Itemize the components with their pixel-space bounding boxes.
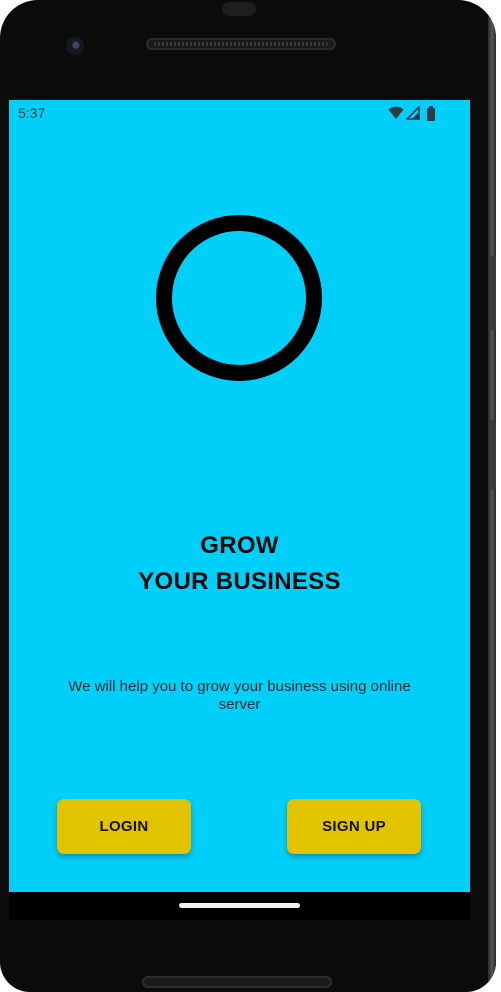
- bottom-speaker: [142, 976, 332, 988]
- tagline-text: We will help you to grow your business u…: [68, 678, 411, 713]
- cell-signal-icon: [406, 106, 420, 120]
- phone-device-frame: 5:37 GROW YOUR BUSINESS We will help you: [0, 0, 496, 992]
- status-icons: [388, 106, 440, 122]
- circle-logo-icon: [156, 215, 322, 381]
- login-button[interactable]: LOGIN: [57, 799, 191, 854]
- headline-line-1: GROW: [200, 532, 279, 559]
- power-button: [490, 420, 496, 490]
- earpiece-speaker: [146, 38, 336, 50]
- status-time: 5:37: [18, 105, 46, 121]
- sign-up-button[interactable]: SIGN UP: [287, 799, 421, 854]
- battery-icon: [427, 106, 435, 121]
- navigation-bar: [9, 892, 470, 920]
- app-screen: 5:37 GROW YOUR BUSINESS We will help you: [9, 100, 470, 892]
- front-camera-icon: [66, 37, 84, 55]
- device-side-edge: [488, 0, 496, 992]
- wifi-icon: [388, 106, 404, 119]
- home-gesture-handle[interactable]: [179, 903, 300, 908]
- status-bar: 5:37: [9, 100, 470, 126]
- volume-button: [490, 256, 496, 330]
- top-sensor: [222, 2, 256, 16]
- headline-line-2: YOUR BUSINESS: [138, 568, 341, 595]
